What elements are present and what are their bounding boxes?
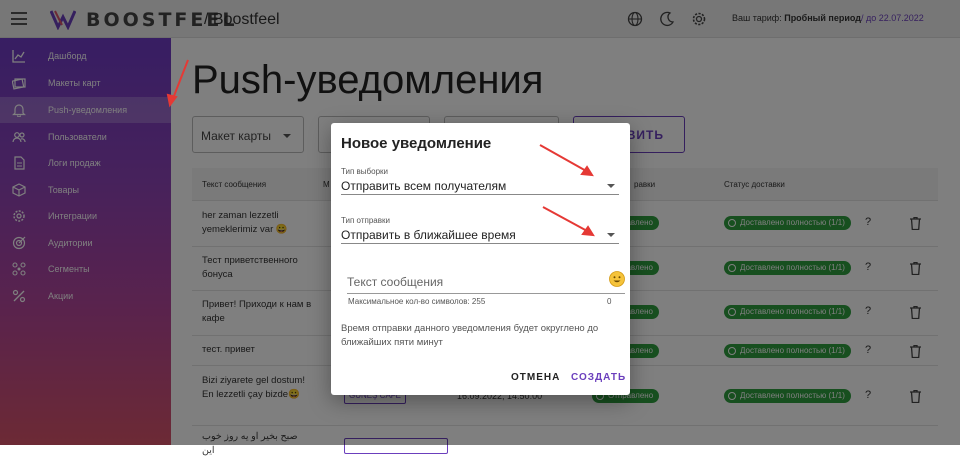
annotation-arrow <box>539 144 589 173</box>
annotation-arrowhead <box>581 225 595 237</box>
annotation-arrows <box>166 59 595 237</box>
annotation-arrowhead <box>166 93 178 108</box>
annotation-arrow <box>542 206 590 233</box>
annotation-arrow <box>171 59 189 102</box>
annotation-arrowhead <box>580 165 594 177</box>
